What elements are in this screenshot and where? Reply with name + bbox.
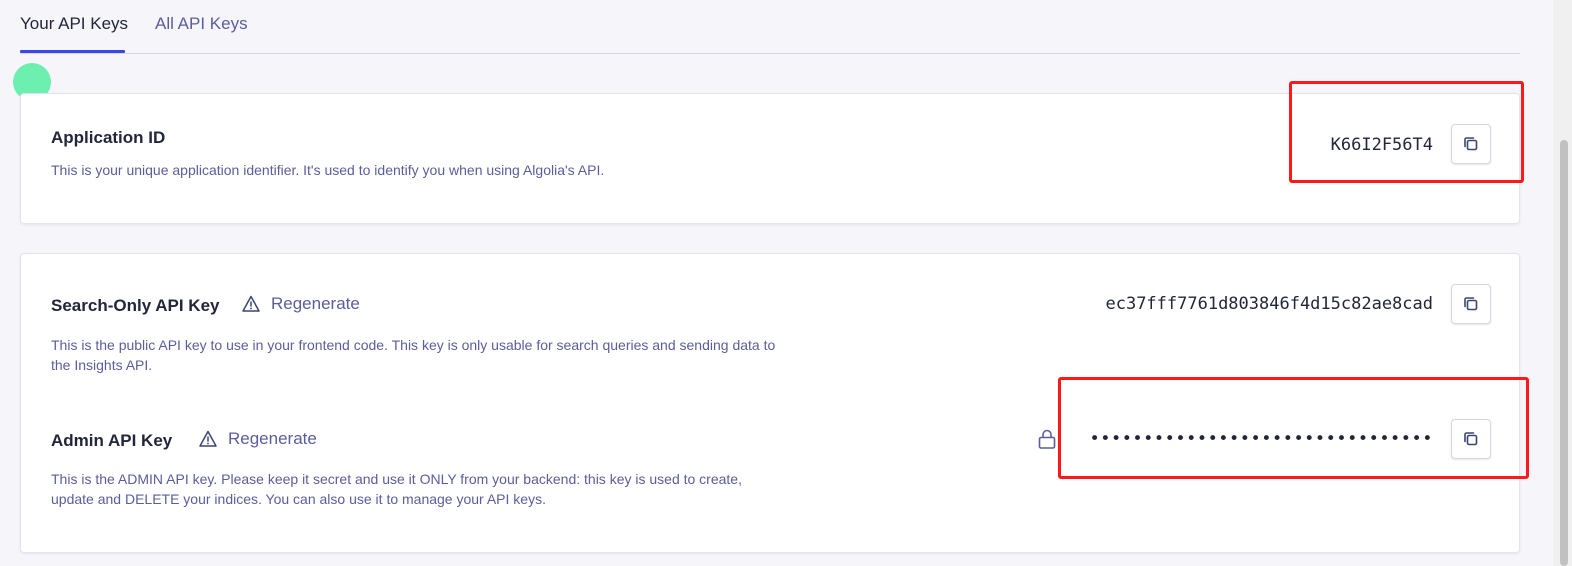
lock-icon [1038, 429, 1056, 449]
api-keys-card: Search-Only API Key Regenerate This is t… [20, 253, 1520, 553]
application-id-title: Application ID [51, 128, 166, 147]
api-keys-tabs: Your API Keys All API Keys [20, 0, 1520, 54]
tab-all-api-keys[interactable]: All API Keys [155, 14, 248, 34]
regenerate-admin-key-label: Regenerate [228, 429, 317, 448]
copy-search-only-key-button[interactable] [1451, 284, 1491, 324]
active-tab-indicator [20, 50, 125, 53]
application-id-card: Application ID This is your unique appli… [20, 93, 1520, 224]
application-id-value[interactable]: K66I2F56T4 [1331, 135, 1433, 155]
regenerate-admin-key-button[interactable]: Regenerate [198, 429, 317, 449]
search-only-key-value[interactable]: ec37fff7761d803846f4d15c82ae8cad [1105, 294, 1433, 314]
tab-your-api-keys[interactable]: Your API Keys [20, 14, 128, 34]
copy-icon [1464, 297, 1478, 311]
admin-key-value[interactable]: •••••••••••••••••••••••••••••••• [1089, 429, 1433, 449]
copy-icon [1464, 432, 1478, 446]
admin-key-title: Admin API Key [51, 431, 173, 450]
regenerate-search-key-button[interactable]: Regenerate [241, 294, 360, 314]
search-only-key-description: This is the public API key to use in you… [51, 337, 776, 373]
scrollbar-thumb[interactable] [1560, 140, 1568, 566]
copy-icon [1464, 137, 1478, 151]
copy-admin-key-button[interactable] [1451, 419, 1491, 459]
admin-key-description: This is the ADMIN API key. Please keep i… [51, 471, 742, 507]
search-only-key-title: Search-Only API Key [51, 296, 220, 315]
warning-triangle-icon [242, 295, 260, 312]
copy-application-id-button[interactable] [1451, 124, 1491, 164]
application-id-description: This is your unique application identifi… [51, 162, 605, 178]
warning-triangle-icon [199, 430, 217, 447]
regenerate-search-key-label: Regenerate [271, 294, 360, 313]
